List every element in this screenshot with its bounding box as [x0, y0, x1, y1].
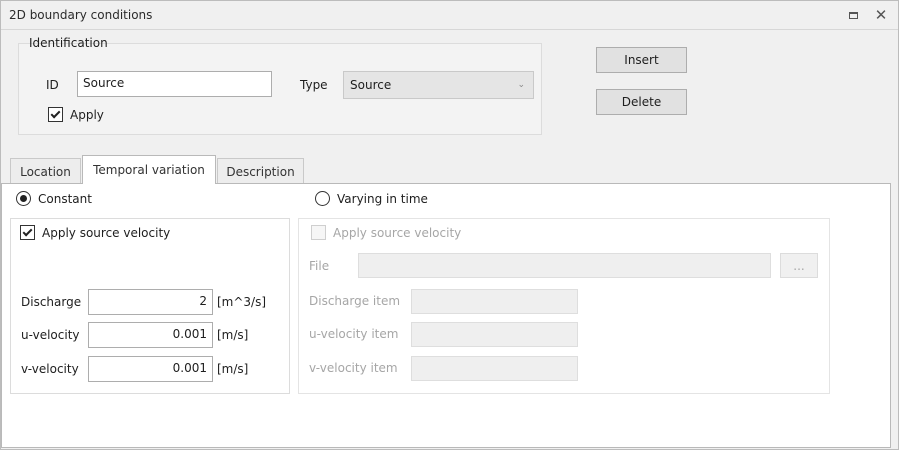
apply-checkbox[interactable] — [48, 107, 63, 122]
id-label: ID — [46, 78, 59, 92]
varying-in-time-label: Varying in time — [337, 192, 428, 206]
v-velocity-unit: [m/s] — [217, 362, 249, 376]
type-select-value: Source — [350, 78, 392, 92]
file-label: File — [309, 259, 330, 273]
v-velocity-item-select[interactable] — [411, 356, 578, 381]
browse-button[interactable]: ... — [780, 253, 818, 278]
close-button[interactable]: ✕ — [871, 6, 891, 24]
discharge-label: Discharge — [21, 295, 82, 309]
varying-apply-source-velocity-label: Apply source velocity — [333, 226, 462, 240]
discharge-item-select[interactable] — [411, 289, 578, 314]
checkmark-icon — [50, 108, 61, 118]
v-velocity-label: v-velocity — [21, 362, 79, 376]
constant-radio[interactable] — [16, 191, 31, 206]
apply-label: Apply — [70, 108, 104, 122]
chevron-down-icon: ⌄ — [517, 80, 525, 90]
varying-in-time-radio[interactable] — [315, 191, 330, 206]
dialog-window: 2D boundary conditions ✕ Identification … — [0, 0, 899, 450]
file-input[interactable] — [358, 253, 771, 278]
u-velocity-unit: [m/s] — [217, 328, 249, 342]
varying-apply-source-velocity-checkbox[interactable] — [311, 225, 326, 240]
v-velocity-input[interactable]: 0.001 — [88, 356, 213, 382]
identification-group-title: Identification — [29, 36, 108, 50]
discharge-unit: [m^3/s] — [217, 295, 267, 309]
title-bar: 2D boundary conditions ✕ — [1, 1, 898, 30]
u-velocity-label: u-velocity — [21, 328, 80, 342]
tab-description[interactable]: Description — [217, 158, 304, 184]
discharge-item-label: Discharge item — [309, 294, 401, 308]
id-input[interactable]: Source — [77, 71, 272, 97]
apply-source-velocity-checkbox[interactable] — [20, 225, 35, 240]
window-title: 2D boundary conditions — [9, 8, 153, 22]
radio-selected-dot — [20, 195, 27, 202]
checkmark-icon — [22, 226, 33, 236]
v-velocity-item-label: v-velocity item — [309, 361, 398, 375]
discharge-input[interactable]: 2 — [88, 289, 213, 315]
u-velocity-item-select[interactable] — [411, 322, 578, 347]
insert-button[interactable]: Insert — [596, 47, 687, 73]
tab-location[interactable]: Location — [10, 158, 81, 184]
restore-icon — [848, 11, 858, 19]
type-label: Type — [300, 78, 328, 92]
close-icon: ✕ — [874, 6, 888, 24]
constant-label: Constant — [38, 192, 92, 206]
u-velocity-item-label: u-velocity item — [309, 327, 399, 341]
tab-temporal-variation[interactable]: Temporal variation — [82, 155, 216, 184]
restore-button[interactable] — [843, 6, 863, 24]
type-select[interactable]: Source ⌄ — [343, 71, 534, 99]
delete-button[interactable]: Delete — [596, 89, 687, 115]
apply-source-velocity-label: Apply source velocity — [42, 226, 171, 240]
u-velocity-input[interactable]: 0.001 — [88, 322, 213, 348]
